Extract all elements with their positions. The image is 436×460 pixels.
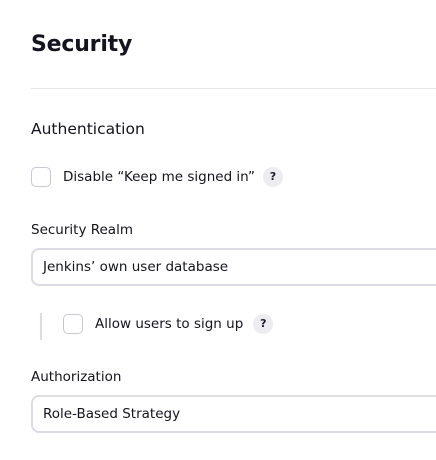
disable-keep-signed-in-row: Disable “Keep me signed in” ?: [31, 165, 283, 189]
authorization-select[interactable]: Role-Based Strategy: [31, 395, 436, 433]
allow-signup-help-icon[interactable]: ?: [253, 314, 274, 334]
page-title: Security: [31, 32, 133, 57]
security-realm-label: Security Realm: [31, 222, 133, 238]
allow-signup-row: Allow users to sign up ?: [63, 312, 274, 336]
section-divider: [31, 88, 436, 89]
disable-keep-signed-in-help-icon[interactable]: ?: [263, 167, 283, 187]
security-page: Security Authentication Disable “Keep me…: [0, 0, 436, 460]
allow-signup-checkbox[interactable]: [63, 314, 83, 334]
security-realm-selected-value: Jenkins’ own user database: [43, 259, 229, 275]
authorization-selected-value: Role-Based Strategy: [43, 406, 181, 422]
security-realm-select[interactable]: Jenkins’ own user database: [31, 248, 436, 286]
authentication-heading: Authentication: [31, 120, 145, 138]
allow-signup-label[interactable]: Allow users to sign up: [95, 314, 243, 334]
authorization-label: Authorization: [31, 369, 122, 385]
disable-keep-signed-in-label[interactable]: Disable “Keep me signed in”: [63, 167, 255, 187]
disable-keep-signed-in-checkbox[interactable]: [31, 167, 51, 187]
nested-option-indicator: [40, 313, 42, 340]
